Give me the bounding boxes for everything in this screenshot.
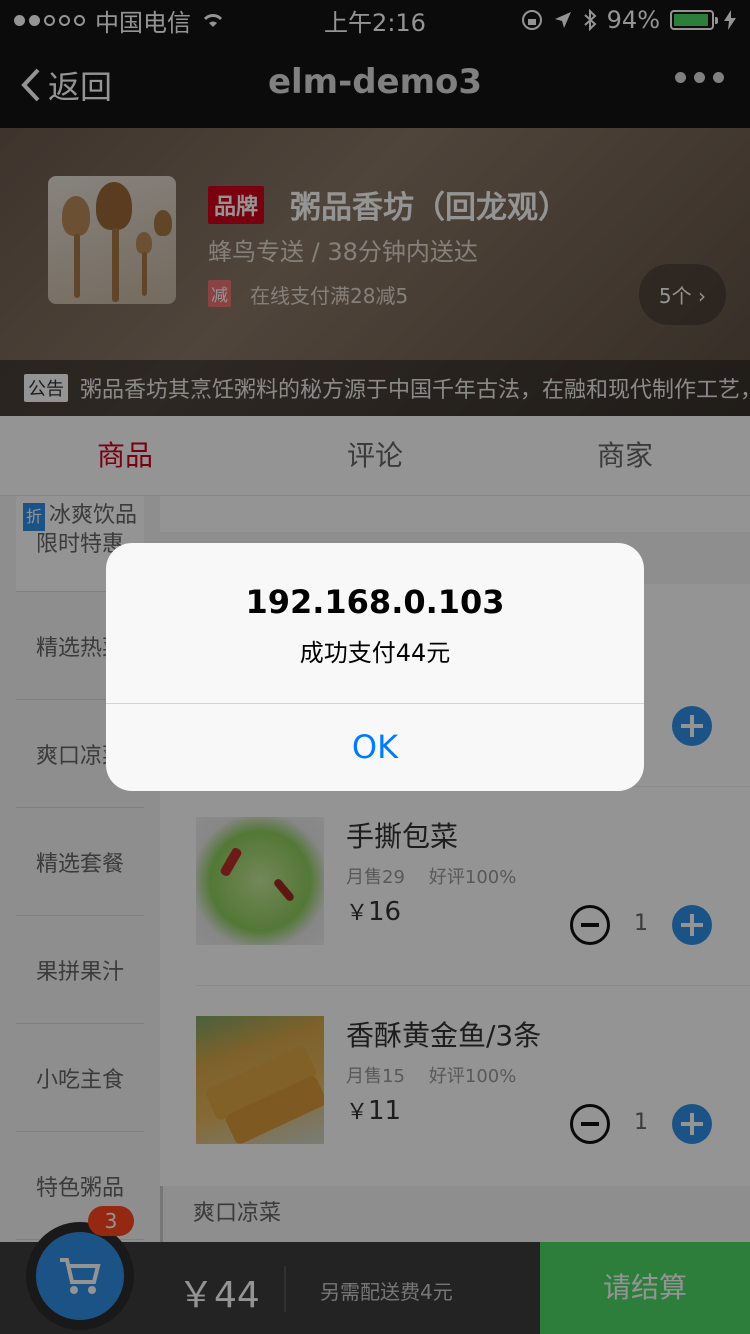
ok-button[interactable]: OK xyxy=(106,704,644,791)
alert-title: 192.168.0.103 xyxy=(245,583,505,621)
alert-message: 成功支付44元 xyxy=(299,639,451,667)
alert-dialog: 192.168.0.103 成功支付44元 OK xyxy=(106,543,644,791)
